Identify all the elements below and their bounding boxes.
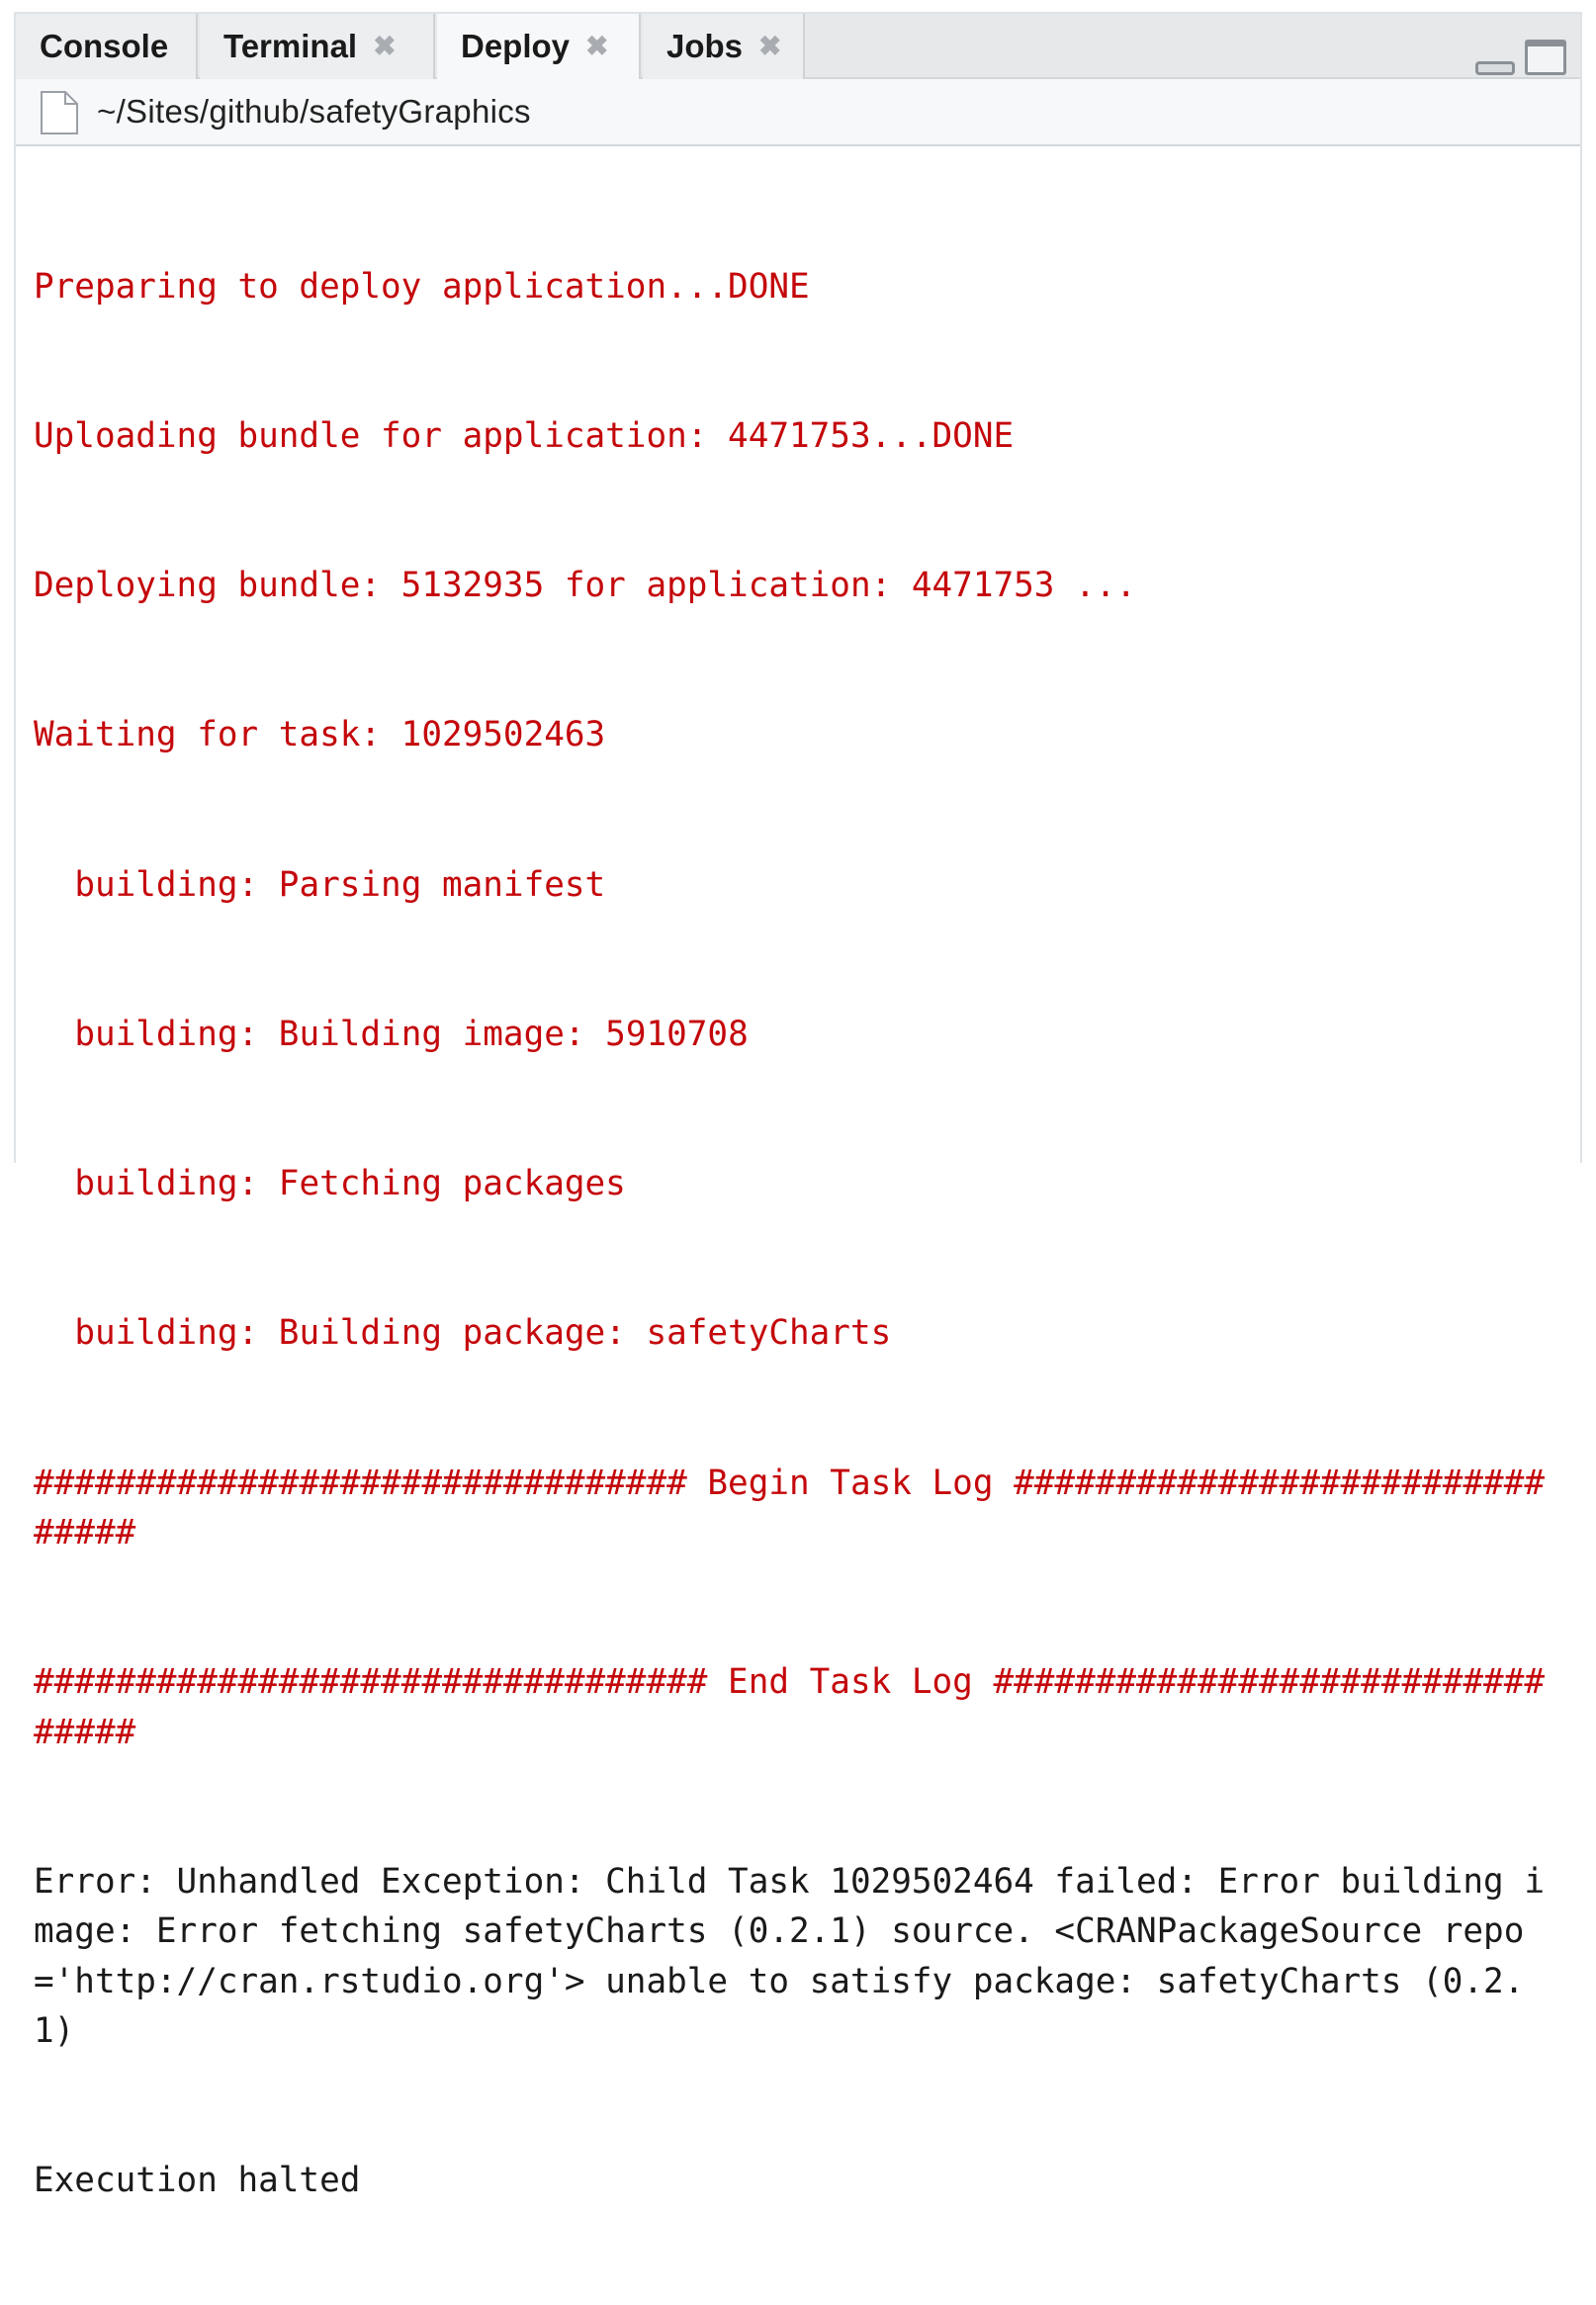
tab-label: Console: [40, 28, 169, 64]
maximize-pane-icon[interactable]: [1525, 40, 1566, 75]
deploy-pane: Console Terminal ✖ Deploy ✖ Jobs ✖ ~/Sit…: [14, 12, 1582, 2200]
working-directory-bar: ~/Sites/github/safetyGraphics: [16, 79, 1580, 146]
working-directory-path: ~/Sites/github/safetyGraphics: [97, 93, 531, 130]
tab-deploy[interactable]: Deploy ✖: [437, 14, 641, 81]
tab-label: Terminal: [223, 28, 358, 64]
close-icon[interactable]: ✖: [758, 33, 781, 60]
tab-terminal[interactable]: Terminal ✖: [200, 14, 435, 79]
minimize-pane-icon[interactable]: [1475, 61, 1515, 75]
log-line: building: Building image: 5910708: [34, 1014, 749, 1054]
deploy-output-log: Preparing to deploy application...DONE U…: [34, 162, 1564, 2305]
file-icon: [41, 91, 78, 134]
end-task-log-line: ################################# End Ta…: [34, 1662, 1545, 1752]
log-line: building: Parsing manifest: [34, 864, 606, 905]
log-line: building: Fetching packages: [34, 1164, 626, 1204]
close-icon[interactable]: ✖: [373, 33, 396, 60]
close-icon[interactable]: ✖: [585, 33, 608, 60]
execution-halted-line: Execution halted: [34, 2161, 361, 2201]
pane-window-controls: [1475, 36, 1566, 75]
tab-bar: Console Terminal ✖ Deploy ✖ Jobs ✖: [16, 14, 1580, 81]
log-line: Waiting for task: 1029502463: [34, 715, 606, 755]
tab-label: Jobs: [666, 28, 744, 64]
log-line: building: Building package: safetyCharts: [34, 1313, 892, 1354]
error-message-line: Error: Unhandled Exception: Child Task 1…: [34, 1861, 1545, 2052]
log-line: Preparing to deploy application...DONE: [34, 266, 810, 307]
tab-label: Deploy: [461, 28, 571, 64]
tab-console[interactable]: Console: [16, 14, 198, 79]
log-line: Uploading bundle for application: 447175…: [34, 416, 1015, 457]
log-line: Deploying bundle: 5132935 for applicatio…: [34, 566, 1137, 606]
begin-task-log-line: ################################ Begin T…: [34, 1463, 1545, 1552]
tab-jobs[interactable]: Jobs ✖: [643, 14, 805, 79]
